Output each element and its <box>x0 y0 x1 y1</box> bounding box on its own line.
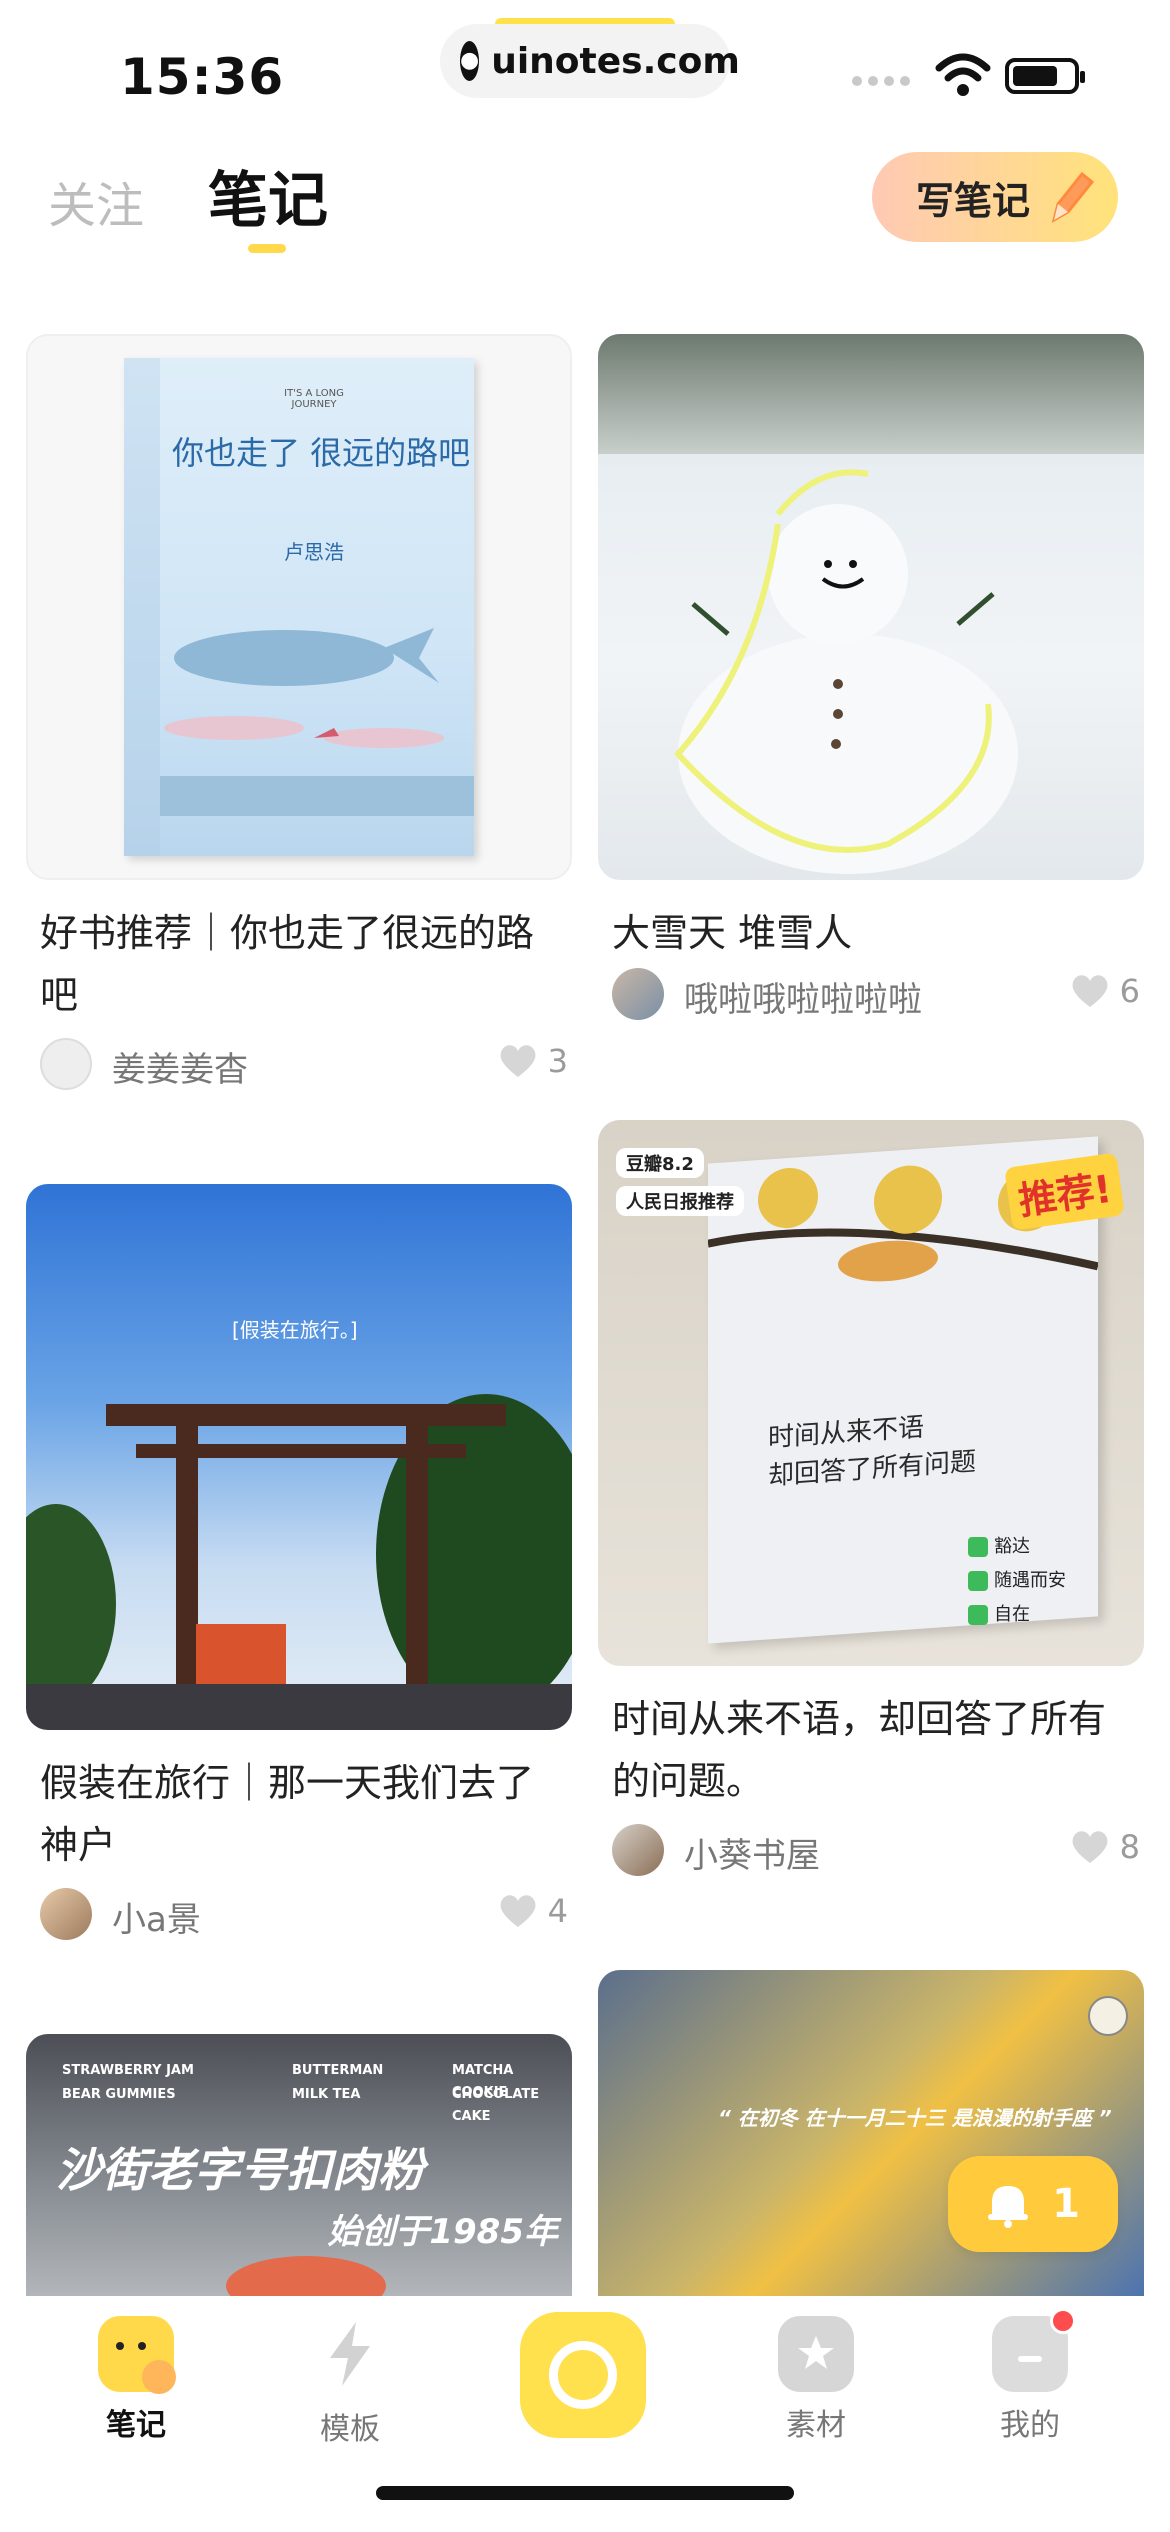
note-title: 时间从来不语，却回答了所有的问题。 <box>612 1697 1107 1803</box>
note-cover-image: STRAWBERRY JAM BUTTERMAN MATCHA COOKIE B… <box>26 2034 572 2296</box>
book-title: 时间从来不语 却回答了所有问题 <box>768 1412 977 1492</box>
checklist: 豁达 随遇而安 自在 <box>968 1530 1066 1632</box>
star-card-icon <box>778 2316 854 2392</box>
heart-icon <box>500 1895 536 1927</box>
unread-dot <box>1050 2308 1076 2334</box>
snowman-illustration <box>673 469 1018 874</box>
check-item: 随遇而安 <box>968 1564 1066 1598</box>
note-title: 好书推荐｜你也走了很远的路吧 <box>40 911 535 1017</box>
image-subheadline: 始创于1985年 <box>327 2212 558 2252</box>
note-card[interactable]: 大雪天 堆雪人 哦啦哦啦啦啦啦 6 <box>598 334 1144 1054</box>
note-meta: 小a景 4 <box>40 1884 568 1944</box>
nav-templates[interactable]: 模板 <box>280 2316 420 2448</box>
note-cover-image: 时间从来不语 却回答了所有问题 豆瓣8.2 人民日报推荐 推荐! 豁达 随遇而安… <box>598 1120 1144 1666</box>
lightning-icon <box>330 2322 370 2386</box>
pencil-icon <box>1051 171 1095 224</box>
book-cover-en: IT'S A LONG JOURNEY <box>284 388 344 410</box>
profile-icon <box>992 2308 1076 2392</box>
nav-templates-label: 模板 <box>320 2412 380 2447</box>
notification-count: 1 <box>1052 2181 1080 2227</box>
image-headline: 沙街老字号扣肉粉 <box>56 2143 424 2197</box>
badge-douban: 豆瓣8.2 <box>616 1148 704 1178</box>
badge-douban-text: 豆瓣8.2 <box>626 1154 694 1175</box>
author-name[interactable]: 哦啦哦啦啦啦啦 <box>684 972 922 1021</box>
note-meta: 姜姜姜杳 3 <box>40 1034 568 1094</box>
badge-renmin: 人民日报推荐 <box>616 1186 744 1216</box>
note-meta: 哦啦哦啦啦啦啦 6 <box>612 964 1140 1024</box>
note-cover-image: [假装在旅行。] <box>26 1184 572 1730</box>
status-bar: 15:36 ● uinotes.com <box>0 0 1170 150</box>
book-cover-title: 你也走了 很远的路吧 <box>172 434 471 472</box>
nav-notes[interactable]: 笔记 <box>66 2316 206 2444</box>
cellular-signal-icon <box>852 76 910 86</box>
whale-illustration <box>164 628 444 748</box>
book-cover: IT'S A LONG JOURNEY 你也走了 很远的路吧 卢思浩 <box>124 358 474 856</box>
wifi-icon <box>935 53 991 96</box>
book-cover-author: 卢思浩 <box>284 540 344 564</box>
note-title: 假装在旅行｜那一天我们去了神户 <box>40 1761 535 1867</box>
note-card[interactable]: STRAWBERRY JAM BUTTERMAN MATCHA COOKIE B… <box>26 2034 572 2296</box>
author-name[interactable]: 小葵书屋 <box>684 1828 820 1877</box>
url-text: uinotes.com <box>491 40 740 82</box>
write-note-label: 写笔记 <box>916 178 1031 223</box>
check-item: 自在 <box>968 1598 1066 1632</box>
like-count: 3 <box>547 1042 568 1080</box>
nav-profile[interactable]: 我的 <box>960 2308 1100 2444</box>
nav-materials[interactable]: 素材 <box>746 2316 886 2444</box>
image-quote: “ 在初冬 在十一月二十三 是浪漫的射手座 ” <box>718 2106 1112 2130</box>
author-name[interactable]: 姜姜姜杳 <box>112 1042 248 1091</box>
notes-face-icon <box>98 2316 176 2394</box>
url-pill[interactable]: ● uinotes.com <box>440 24 740 98</box>
note-card[interactable]: 时间从来不语 却回答了所有问题 豆瓣8.2 人民日报推荐 推荐! 豁达 随遇而安… <box>598 1120 1144 1900</box>
camera-icon <box>549 2341 617 2409</box>
like-count: 6 <box>1119 972 1140 1010</box>
write-note-button[interactable]: 写笔记 <box>872 152 1118 242</box>
bell-icon <box>988 2186 1029 2228</box>
site-icon: ● <box>460 41 480 81</box>
nav-notes-label: 笔记 <box>106 2408 166 2443</box>
badge-renmin-text: 人民日报推荐 <box>626 1192 734 1213</box>
avatar[interactable] <box>40 1038 92 1090</box>
note-card[interactable]: IT'S A LONG JOURNEY 你也走了 很远的路吧 卢思浩 好书推荐｜… <box>26 334 572 1114</box>
note-cover-image: IT'S A LONG JOURNEY 你也走了 很远的路吧 卢思浩 <box>26 334 572 880</box>
note-card[interactable]: [假装在旅行。] 假装在旅行｜那一天我们去了神户 小a景 4 <box>26 1184 572 1964</box>
battery-icon <box>1005 58 1085 94</box>
smiley-decoration <box>1088 1996 1128 2036</box>
notification-button[interactable]: 1 <box>948 2156 1118 2252</box>
like-button[interactable]: 4 <box>498 1892 568 1930</box>
like-button[interactable]: 3 <box>498 1042 568 1080</box>
heart-icon <box>1072 975 1108 1007</box>
like-count: 4 <box>547 1892 568 1930</box>
heart-icon <box>1072 1831 1108 1863</box>
like-button[interactable]: 8 <box>1070 1828 1140 1866</box>
camera-button[interactable] <box>520 2312 646 2438</box>
image-caption: [假装在旅行。] <box>232 1318 358 1342</box>
note-cover-image <box>598 334 1144 880</box>
status-time: 15:36 <box>120 48 285 106</box>
tab-follow[interactable]: 关注 <box>48 166 144 236</box>
nav-materials-label: 素材 <box>786 2408 846 2443</box>
check-item: 豁达 <box>968 1530 1066 1564</box>
avatar[interactable] <box>40 1888 92 1940</box>
like-button[interactable]: 6 <box>1070 972 1140 1010</box>
nav-profile-label: 我的 <box>1000 2408 1060 2443</box>
note-title: 大雪天 堆雪人 <box>612 911 853 955</box>
avatar[interactable] <box>612 1824 664 1876</box>
tab-notes[interactable]: 笔记 <box>208 152 328 239</box>
note-meta: 小葵书屋 8 <box>612 1820 1140 1880</box>
avatar[interactable] <box>612 968 664 1020</box>
tab-active-indicator <box>248 244 286 253</box>
like-count: 8 <box>1119 1828 1140 1866</box>
home-indicator <box>376 2486 794 2500</box>
torii-illustration <box>26 1394 572 1730</box>
heart-icon <box>500 1045 536 1077</box>
author-name[interactable]: 小a景 <box>112 1892 201 1941</box>
